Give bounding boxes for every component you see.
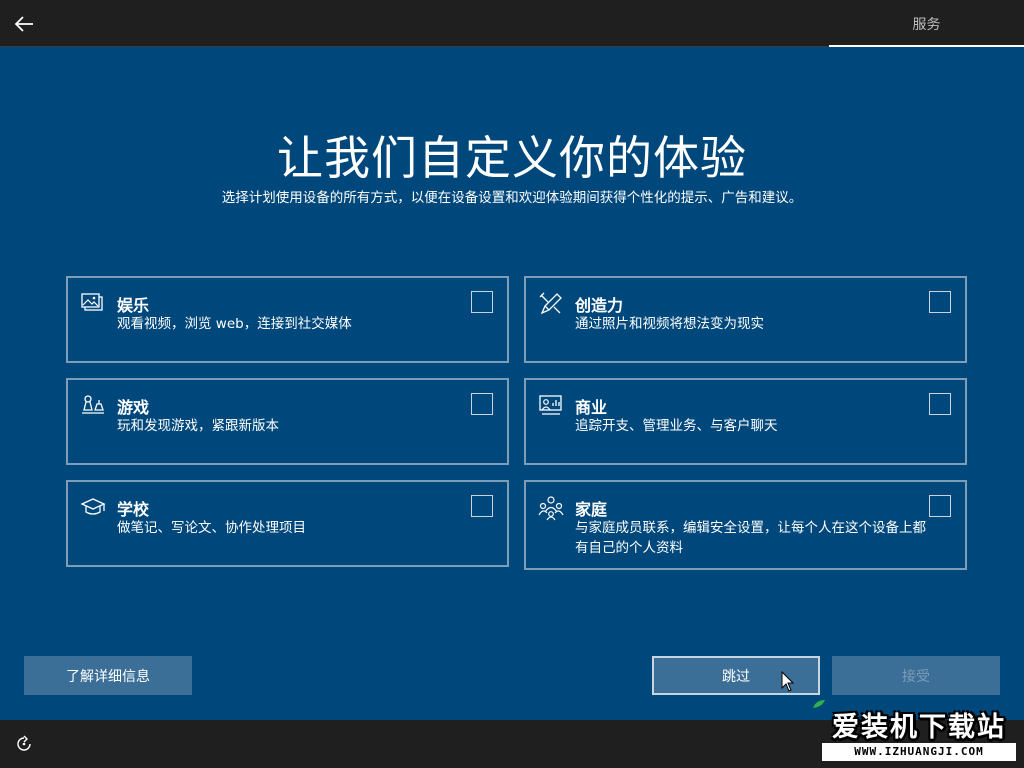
option-card-creativity[interactable]: 创造力 通过照片和视频将想法变为现实 xyxy=(524,276,967,363)
page-title: 让我们自定义你的体验 xyxy=(277,131,747,185)
option-description: 观看视频，浏览 web，连接到社交媒体 xyxy=(117,316,352,332)
option-card-school[interactable]: 学校 做笔记、写论文、协作处理项目 xyxy=(66,480,509,567)
option-description: 追踪开支、管理业务、与客户聊天 xyxy=(575,418,778,434)
option-card-gaming[interactable]: 游戏 玩和发现游戏，紧跟新版本 xyxy=(66,378,509,465)
family-icon xyxy=(538,496,564,521)
option-name: 游戏 xyxy=(117,398,150,417)
gaming-icon xyxy=(82,395,104,414)
option-name: 学校 xyxy=(117,500,150,519)
option-description: 与家庭成员联系，编辑安全设置，让每个人在这个设备上都有自己的个人资料 xyxy=(575,520,926,556)
option-card-entertainment[interactable]: 娱乐 观看视频，浏览 web，连接到社交媒体 xyxy=(66,276,509,363)
option-checkbox[interactable] xyxy=(929,393,951,415)
option-name: 商业 xyxy=(575,398,608,417)
school-icon xyxy=(80,498,106,515)
top-bar-divider xyxy=(0,46,829,47)
entertainment-icon xyxy=(81,293,103,311)
accessibility-icon xyxy=(17,735,31,751)
option-checkbox[interactable] xyxy=(929,495,951,517)
mouse-cursor-icon xyxy=(781,671,795,692)
option-checkbox[interactable] xyxy=(471,393,493,415)
option-checkbox[interactable] xyxy=(471,495,493,517)
option-card-family[interactable]: 家庭 与家庭成员联系，编辑安全设置，让每个人在这个设备上都有自己的个人资料 xyxy=(524,480,967,570)
option-name: 创造力 xyxy=(575,296,624,315)
watermark-logo: 爱装机下载站 WWW.IZHUANGJI.COM xyxy=(813,700,1020,765)
watermark-text: 爱装机下载站 xyxy=(832,712,1006,743)
creativity-icon xyxy=(539,292,562,315)
option-description: 通过照片和视频将想法变为现实 xyxy=(575,316,764,332)
page-subtitle: 选择计划使用设备的所有方式，以便在设备设置和欢迎体验期间获得个性化的提示、广告和… xyxy=(221,190,803,206)
tab-services[interactable]: 服务 xyxy=(829,0,1024,47)
accept-button[interactable]: 接受 xyxy=(832,656,1000,695)
option-description: 做笔记、写论文、协作处理项目 xyxy=(117,520,306,536)
option-name: 娱乐 xyxy=(117,296,150,315)
watermark-url: WWW.IZHUANGJI.COM xyxy=(822,743,1016,761)
accessibility-button[interactable] xyxy=(10,730,38,758)
learn-more-button[interactable]: 了解详细信息 xyxy=(24,656,192,695)
option-card-business[interactable]: 商业 追踪开支、管理业务、与客户聊天 xyxy=(524,378,967,465)
option-checkbox[interactable] xyxy=(471,291,493,313)
back-button[interactable] xyxy=(6,6,42,42)
option-name: 家庭 xyxy=(575,500,608,519)
business-icon xyxy=(539,395,562,415)
back-arrow-icon xyxy=(14,16,33,32)
option-description: 玩和发现游戏，紧跟新版本 xyxy=(117,418,279,434)
top-bar: 服务 xyxy=(0,0,1024,47)
option-checkbox[interactable] xyxy=(929,291,951,313)
